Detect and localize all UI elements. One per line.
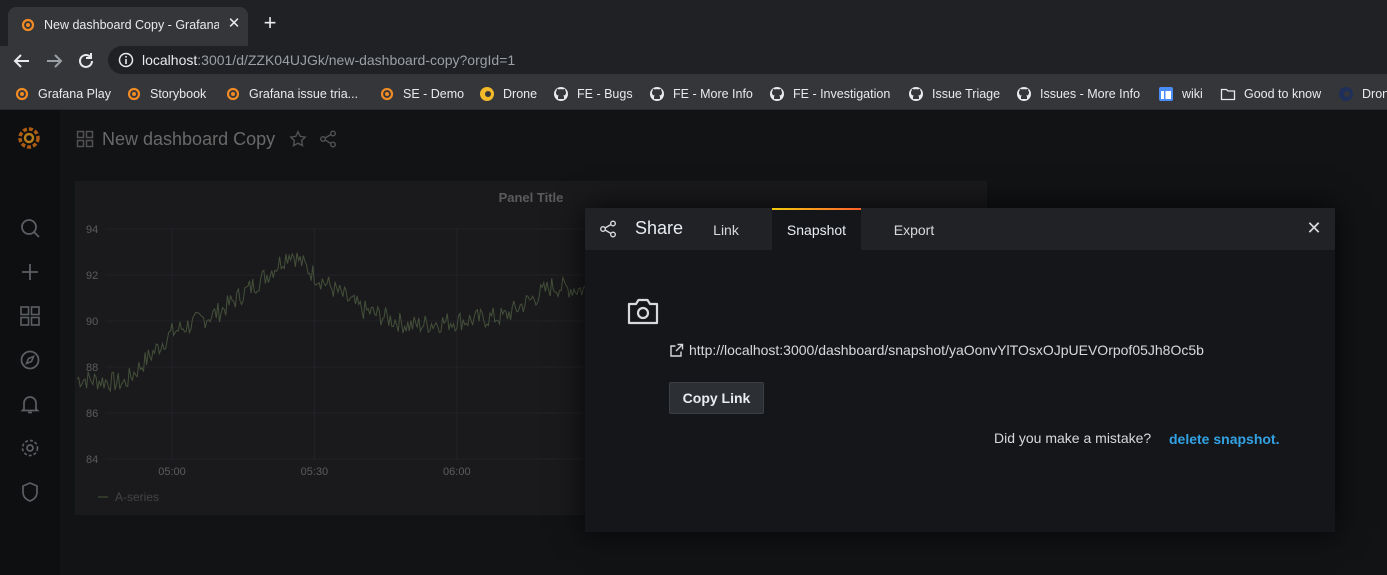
camera-icon <box>627 298 659 325</box>
bookmark-fe-bugs[interactable]: FE - Bugs <box>553 85 633 103</box>
address-bar[interactable]: localhost:3001/d/ZZK04UJGk/new-dashboard… <box>108 46 1387 74</box>
grafana-icon <box>21 18 35 32</box>
browser-tabstrip: New dashboard Copy - Grafana ✕ + <box>0 0 1387 46</box>
share-icon <box>600 220 616 238</box>
bookmark-se-demo[interactable]: SE - Demo <box>379 85 464 103</box>
drone-icon <box>1339 87 1353 101</box>
close-tab-icon[interactable]: ✕ <box>225 15 243 33</box>
github-icon <box>770 87 784 101</box>
grafana-icon <box>380 87 394 101</box>
github-icon <box>554 87 568 101</box>
drone-icon <box>480 87 494 101</box>
tab-title: New dashboard Copy - Grafana <box>44 18 219 32</box>
github-icon <box>909 87 923 101</box>
grafana-icon <box>127 87 141 101</box>
bookmark-fe-investigation[interactable]: FE - Investigation <box>769 85 890 103</box>
back-icon[interactable] <box>11 50 33 72</box>
tab-snapshot[interactable]: Snapshot <box>772 208 861 250</box>
bookmark-drone[interactable]: Drone <box>479 85 537 103</box>
bookmark-fe-more-info[interactable]: FE - More Info <box>649 85 753 103</box>
folder-icon <box>1220 88 1236 101</box>
modal-title: Share <box>635 218 684 238</box>
close-icon[interactable]: ✕ <box>1305 218 1323 238</box>
tab-link[interactable]: Link <box>698 208 754 250</box>
bookmark-issues-more-info[interactable]: Issues - More Info <box>1016 85 1140 103</box>
browser-toolbar: localhost:3001/d/ZZK04UJGk/new-dashboard… <box>0 46 1387 76</box>
grafana-icon <box>15 87 29 101</box>
grafana-icon <box>226 87 240 101</box>
bookmark-wiki[interactable]: wiki <box>1158 85 1203 103</box>
snapshot-url-text: http://localhost:3000/dashboard/snapshot… <box>689 342 1204 358</box>
modal-header: Share Link Snapshot Export ✕ <box>585 208 1335 250</box>
new-tab-button[interactable]: + <box>258 12 282 36</box>
site-info-icon[interactable] <box>118 52 134 68</box>
reload-icon[interactable] <box>75 50 97 72</box>
snapshot-url-link[interactable]: http://localhost:3000/dashboard/snapshot… <box>669 342 1204 358</box>
bookmark-good-to-know[interactable]: Good to know <box>1220 85 1321 103</box>
bookmark-grafana-play[interactable]: Grafana Play <box>14 85 111 103</box>
bookmark-drone-2[interactable]: Drone <box>1338 85 1387 103</box>
external-link-icon <box>670 343 684 357</box>
tab-export[interactable]: Export <box>879 208 949 250</box>
bookmarks-bar: Grafana Play Storybook Grafana issue tri… <box>0 76 1387 110</box>
delete-snapshot-link[interactable]: delete snapshot. <box>1169 431 1279 447</box>
bookmark-issue-triage[interactable]: Issue Triage <box>908 85 1000 103</box>
copy-link-button[interactable]: Copy Link <box>669 382 764 414</box>
browser-tab[interactable]: New dashboard Copy - Grafana ✕ <box>8 7 248 46</box>
mistake-text: Did you make a mistake? <box>994 430 1152 446</box>
github-icon <box>1017 87 1031 101</box>
share-modal: Share Link Snapshot Export ✕ http://loca… <box>585 208 1335 532</box>
forward-icon[interactable] <box>43 50 65 72</box>
bookmark-storybook[interactable]: Storybook <box>126 85 206 103</box>
wiki-icon <box>1159 87 1173 101</box>
url-text: localhost:3001/d/ZZK04UJGk/new-dashboard… <box>142 52 516 68</box>
github-icon <box>650 87 664 101</box>
bookmark-grafana-issue-triage[interactable]: Grafana issue tria... <box>225 85 358 103</box>
